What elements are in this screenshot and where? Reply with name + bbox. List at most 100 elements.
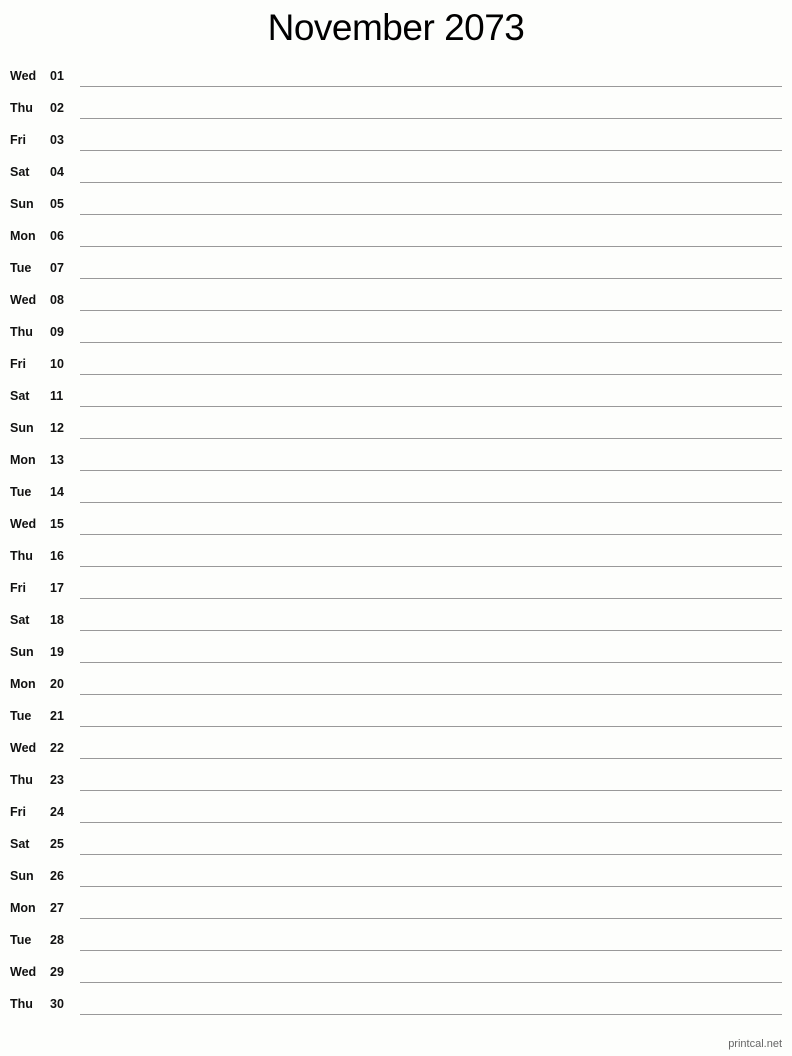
day-row: Mon 27 <box>0 892 792 924</box>
writing-line <box>80 182 782 183</box>
writing-line <box>80 246 782 247</box>
writing-line <box>80 886 782 887</box>
weekday-label: Thu <box>10 997 33 1011</box>
writing-line <box>80 918 782 919</box>
writing-line <box>80 694 782 695</box>
weekday-label: Thu <box>10 549 33 563</box>
writing-line <box>80 982 782 983</box>
day-row: Mon 06 <box>0 220 792 252</box>
day-row: Sun 19 <box>0 636 792 668</box>
day-number: 11 <box>50 389 64 403</box>
day-row: Tue 28 <box>0 924 792 956</box>
day-number: 07 <box>50 261 64 275</box>
weekday-label: Fri <box>10 805 26 819</box>
writing-line <box>80 374 782 375</box>
day-row: Fri 24 <box>0 796 792 828</box>
writing-line <box>80 534 782 535</box>
day-row: Fri 10 <box>0 348 792 380</box>
writing-line <box>80 310 782 311</box>
weekday-label: Tue <box>10 933 32 947</box>
writing-line <box>80 662 782 663</box>
day-list: Wed 01 Thu 02 Fri 03 Sat 04 Sun 05 Mon 06 Tue 07 Wed 08… <box>0 60 792 1020</box>
weekday-label: Wed <box>10 517 37 531</box>
day-row: Thu 30 <box>0 988 792 1020</box>
writing-line <box>80 630 782 631</box>
day-number: 03 <box>50 133 64 147</box>
weekday-label: Sat <box>10 165 30 179</box>
weekday-label: Tue <box>10 709 32 723</box>
day-number: 10 <box>50 357 64 371</box>
day-number: 23 <box>50 773 64 787</box>
writing-line <box>80 1014 782 1015</box>
writing-line <box>80 822 782 823</box>
day-number: 08 <box>50 293 64 307</box>
day-number: 20 <box>50 677 64 691</box>
writing-line <box>80 502 782 503</box>
writing-line <box>80 790 782 791</box>
day-number: 12 <box>50 421 64 435</box>
weekday-label: Mon <box>10 229 36 243</box>
weekday-label: Tue <box>10 261 32 275</box>
writing-line <box>80 726 782 727</box>
weekday-label: Wed <box>10 69 37 83</box>
weekday-label: Sat <box>10 389 30 403</box>
day-number: 30 <box>50 997 64 1011</box>
weekday-label: Fri <box>10 357 26 371</box>
weekday-label: Mon <box>10 453 36 467</box>
weekday-label: Thu <box>10 773 33 787</box>
day-row: Sat 11 <box>0 380 792 412</box>
day-number: 15 <box>50 517 64 531</box>
day-number: 29 <box>50 965 64 979</box>
writing-line <box>80 854 782 855</box>
day-number: 13 <box>50 453 64 467</box>
day-row: Sat 04 <box>0 156 792 188</box>
weekday-label: Sun <box>10 197 34 211</box>
weekday-label: Wed <box>10 965 37 979</box>
day-row: Mon 13 <box>0 444 792 476</box>
footer-credit: printcal.net <box>728 1038 782 1050</box>
day-row: Wed 01 <box>0 60 792 92</box>
day-number: 05 <box>50 197 64 211</box>
day-number: 21 <box>50 709 64 723</box>
day-row: Fri 17 <box>0 572 792 604</box>
writing-line <box>80 406 782 407</box>
writing-line <box>80 566 782 567</box>
day-row: Mon 20 <box>0 668 792 700</box>
day-number: 24 <box>50 805 64 819</box>
writing-line <box>80 598 782 599</box>
day-row: Thu 16 <box>0 540 792 572</box>
weekday-label: Mon <box>10 677 36 691</box>
weekday-label: Sun <box>10 645 34 659</box>
day-number: 06 <box>50 229 64 243</box>
weekday-label: Mon <box>10 901 36 915</box>
day-row: Tue 21 <box>0 700 792 732</box>
day-row: Thu 02 <box>0 92 792 124</box>
writing-line <box>80 758 782 759</box>
writing-line <box>80 438 782 439</box>
writing-line <box>80 278 782 279</box>
day-row: Wed 29 <box>0 956 792 988</box>
writing-line <box>80 342 782 343</box>
writing-line <box>80 950 782 951</box>
day-row: Thu 23 <box>0 764 792 796</box>
day-row: Tue 07 <box>0 252 792 284</box>
page-title: November 2073 <box>267 7 525 48</box>
day-number: 26 <box>50 869 64 883</box>
day-number: 19 <box>50 645 64 659</box>
day-number: 18 <box>50 613 64 627</box>
writing-line <box>80 86 782 87</box>
weekday-label: Thu <box>10 325 33 339</box>
day-row: Sun 12 <box>0 412 792 444</box>
weekday-label: Sat <box>10 837 30 851</box>
weekday-label: Sat <box>10 613 30 627</box>
day-number: 28 <box>50 933 64 947</box>
writing-line <box>80 214 782 215</box>
day-number: 27 <box>50 901 64 915</box>
day-row: Wed 22 <box>0 732 792 764</box>
day-row: Sat 25 <box>0 828 792 860</box>
day-row: Fri 03 <box>0 124 792 156</box>
weekday-label: Wed <box>10 293 37 307</box>
day-row: Wed 15 <box>0 508 792 540</box>
day-number: 14 <box>50 485 64 499</box>
day-row: Sun 26 <box>0 860 792 892</box>
